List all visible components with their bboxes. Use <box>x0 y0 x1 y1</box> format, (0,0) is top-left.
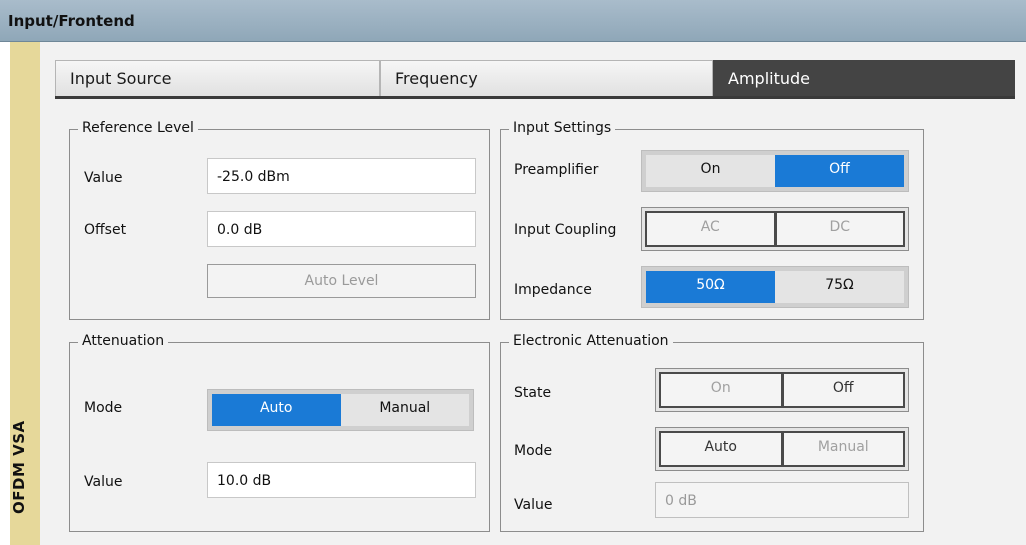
coupling-ac-option[interactable]: AC <box>645 211 776 247</box>
impedance-50-option[interactable]: 50Ω <box>646 271 775 303</box>
group-title: Reference Level <box>78 120 198 136</box>
field-value: 10.0 dB <box>217 473 272 489</box>
sidebar-application-label: OFDM VSA <box>10 420 28 514</box>
electronic-attenuation-value-label: Value <box>514 497 553 513</box>
attenuation-mode-toggle[interactable]: Auto Manual <box>207 389 474 431</box>
group-title: Electronic Attenuation <box>509 333 673 349</box>
electronic-attenuation-state-toggle[interactable]: On Off <box>655 368 909 412</box>
eatt-state-on-option[interactable]: On <box>659 372 783 408</box>
preamplifier-toggle[interactable]: On Off <box>641 150 909 192</box>
attenuation-manual-option[interactable]: Manual <box>340 394 469 426</box>
tab-frequency[interactable]: Frequency <box>380 60 713 97</box>
coupling-dc-option[interactable]: DC <box>775 211 905 247</box>
tab-bar: Input Source Frequency Amplitude <box>55 60 1015 97</box>
tab-label: Input Source <box>70 69 172 88</box>
preamplifier-on-option[interactable]: On <box>646 155 775 187</box>
attenuation-auto-option[interactable]: Auto <box>212 394 341 426</box>
impedance-75-option[interactable]: 75Ω <box>775 271 904 303</box>
impedance-label: Impedance <box>514 282 592 298</box>
electronic-attenuation-value-field[interactable]: 0 dB <box>655 482 909 518</box>
group-title: Input Settings <box>509 120 616 136</box>
eatt-state-off-option[interactable]: Off <box>782 372 905 408</box>
input-coupling-toggle[interactable]: AC DC <box>641 207 909 251</box>
group-title: Attenuation <box>78 333 169 349</box>
electronic-attenuation-state-label: State <box>514 385 552 401</box>
attenuation-value-field[interactable]: 10.0 dB <box>207 462 476 498</box>
ref-level-offset-field[interactable]: 0.0 dB <box>207 211 476 247</box>
auto-level-button[interactable]: Auto Level <box>207 264 476 298</box>
field-value: -25.0 dBm <box>217 169 290 185</box>
tab-label: Amplitude <box>728 69 810 88</box>
preamplifier-off-option[interactable]: Off <box>775 155 904 187</box>
tab-amplitude[interactable]: Amplitude <box>713 60 1015 97</box>
impedance-toggle[interactable]: 50Ω 75Ω <box>641 266 909 308</box>
field-value: 0 dB <box>665 493 697 509</box>
electronic-attenuation-mode-label: Mode <box>514 443 553 459</box>
eatt-mode-auto-option[interactable]: Auto <box>659 431 783 467</box>
ref-level-value-field[interactable]: -25.0 dBm <box>207 158 476 194</box>
tab-label: Frequency <box>395 69 478 88</box>
attenuation-group: Attenuation <box>69 333 490 532</box>
field-value: 0.0 dB <box>217 222 263 238</box>
attenuation-mode-label: Mode <box>84 400 123 416</box>
electronic-attenuation-mode-toggle[interactable]: Auto Manual <box>655 427 909 471</box>
tab-underline <box>55 96 1015 99</box>
eatt-mode-manual-option[interactable]: Manual <box>782 431 905 467</box>
preamplifier-label: Preamplifier <box>514 162 599 178</box>
input-coupling-label: Input Coupling <box>514 222 617 238</box>
application-sidebar: OFDM VSA <box>10 42 40 545</box>
window-title-bar: Input/Frontend <box>0 0 1026 42</box>
attenuation-value-label: Value <box>84 474 123 490</box>
tab-input-source[interactable]: Input Source <box>55 60 380 97</box>
ref-level-offset-label: Offset <box>84 222 127 238</box>
button-label: Auto Level <box>304 273 379 289</box>
ref-level-value-label: Value <box>84 170 123 186</box>
window-title: Input/Frontend <box>8 12 135 30</box>
